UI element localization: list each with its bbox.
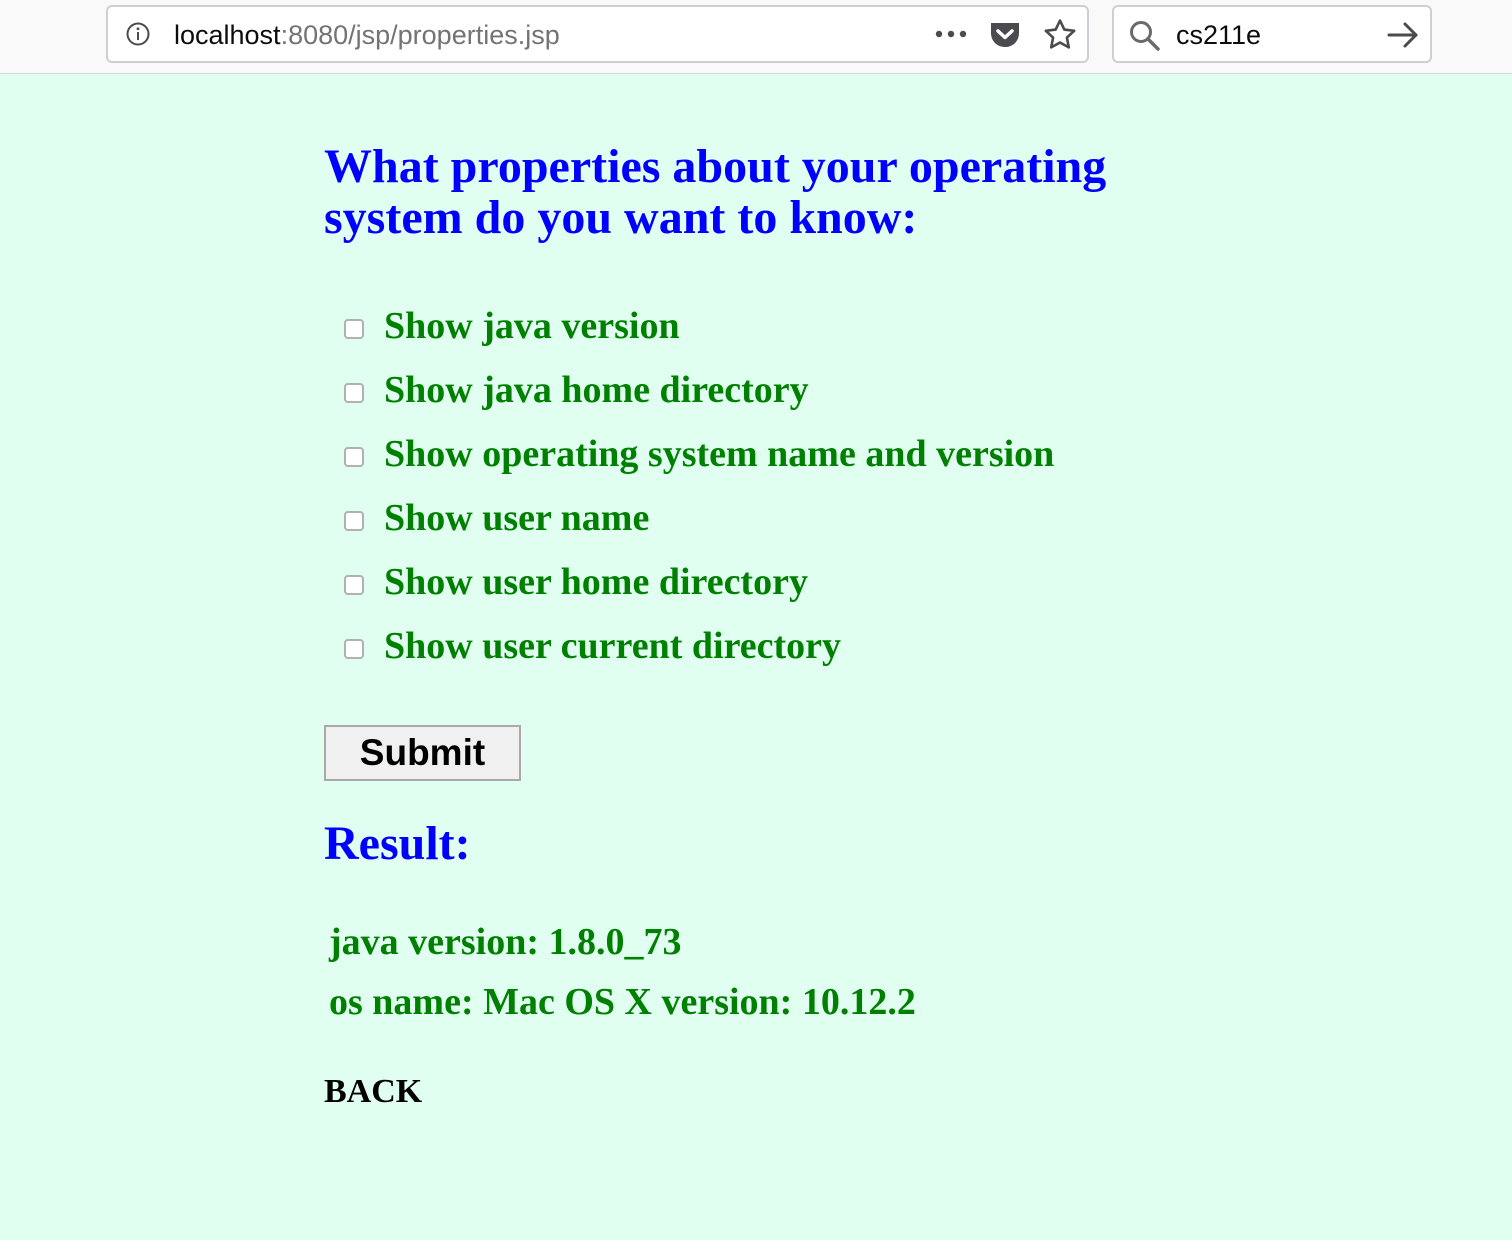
os-name-version-checkbox[interactable] xyxy=(344,447,364,467)
result-os-name: os name: Mac OS X version: 10.12.2 xyxy=(329,981,916,1023)
result-heading: Result: xyxy=(324,817,471,870)
star-icon[interactable] xyxy=(1043,18,1077,50)
option-label: Show java home directory xyxy=(384,369,809,411)
back-link[interactable]: BACK xyxy=(324,1072,422,1112)
search-icon xyxy=(1130,21,1160,51)
option-user-home[interactable]: Show user home directory xyxy=(340,550,1054,614)
url-text[interactable]: localhost:8080/jsp/properties.jsp xyxy=(174,19,560,51)
url-host: localhost xyxy=(174,20,281,50)
submit-button[interactable]: Submit xyxy=(324,725,521,781)
option-label: Show java version xyxy=(384,305,680,347)
option-label: Show user name xyxy=(384,497,650,539)
option-label: Show operating system name and version xyxy=(384,433,1055,475)
option-user-name[interactable]: Show user name xyxy=(340,486,1054,550)
address-bar[interactable]: localhost:8080/jsp/properties.jsp xyxy=(106,5,1089,63)
result-java-version: java version: 1.8.0_73 xyxy=(329,921,682,963)
user-home-checkbox[interactable] xyxy=(344,575,364,595)
search-bar[interactable]: cs211e xyxy=(1112,5,1432,63)
option-java-version[interactable]: Show java version xyxy=(340,294,1054,358)
user-name-checkbox[interactable] xyxy=(344,511,364,531)
options-list: Show java version Show java home directo… xyxy=(340,294,1054,678)
option-label: Show user current directory xyxy=(384,625,842,667)
search-input[interactable]: cs211e xyxy=(1176,19,1261,51)
url-path: :8080/jsp/properties.jsp xyxy=(280,20,560,50)
option-user-current-dir[interactable]: Show user current directory xyxy=(340,614,1054,678)
option-os-name-version[interactable]: Show operating system name and version xyxy=(340,422,1054,486)
dots-icon[interactable] xyxy=(933,20,969,48)
option-java-home[interactable]: Show java home directory xyxy=(340,358,1054,422)
option-label: Show user home directory xyxy=(384,561,808,603)
page-title: What properties about your operating sys… xyxy=(324,140,1107,244)
pocket-icon[interactable] xyxy=(988,18,1022,50)
arrow-right-icon[interactable] xyxy=(1386,20,1420,50)
browser-toolbar: localhost:8080/jsp/properties.jsp cs211e xyxy=(0,0,1512,74)
java-home-checkbox[interactable] xyxy=(344,383,364,403)
info-icon[interactable] xyxy=(126,22,150,46)
java-version-checkbox[interactable] xyxy=(344,319,364,339)
user-current-dir-checkbox[interactable] xyxy=(344,639,364,659)
